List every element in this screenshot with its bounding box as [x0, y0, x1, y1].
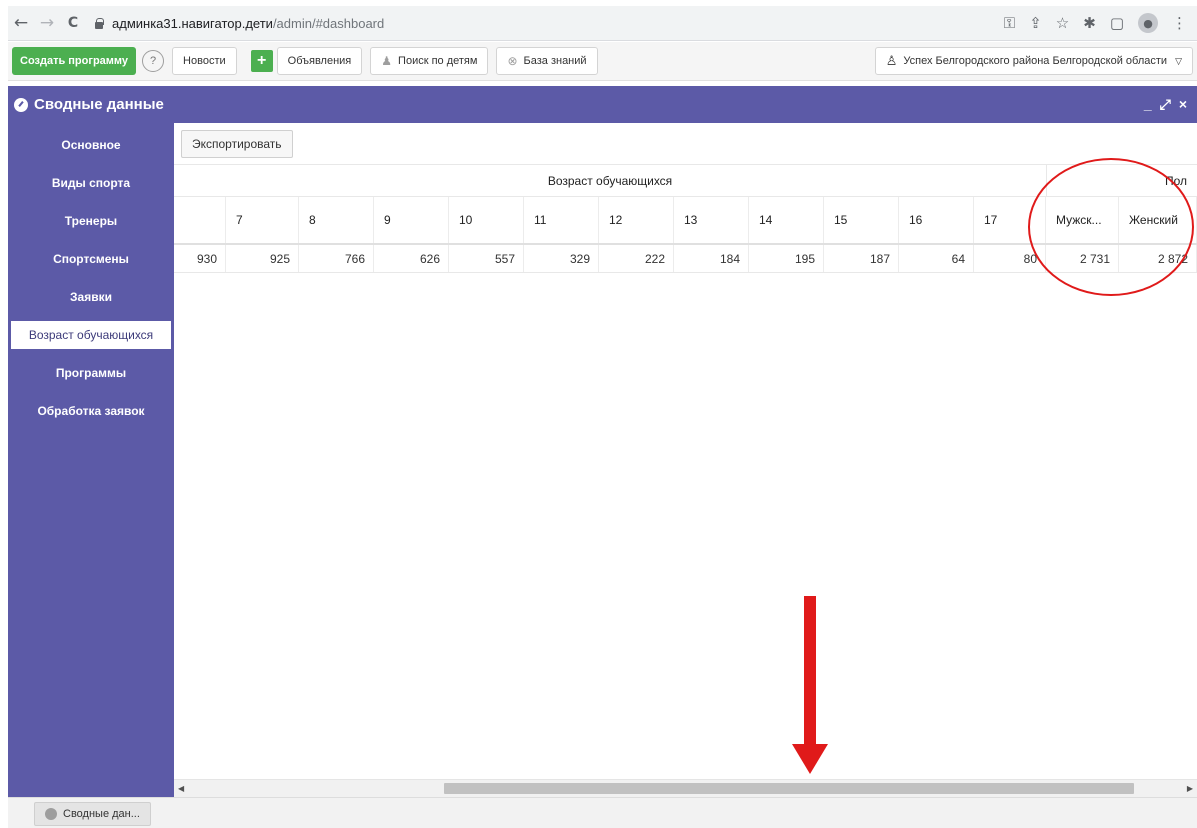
table-row: 930 925 766 626 557 329 222 184 195 187 …: [174, 245, 1197, 273]
news-label: Новости: [183, 55, 226, 67]
scroll-left-icon[interactable]: ◀: [178, 784, 184, 793]
column-header[interactable]: Мужск...: [1046, 197, 1119, 243]
extensions-icon[interactable]: ✱: [1083, 14, 1096, 32]
dashboard-icon: [45, 808, 57, 820]
sidepanel-icon[interactable]: ▢: [1110, 14, 1124, 32]
table-cell: 80: [974, 245, 1046, 272]
maximize-icon[interactable]: ⤢: [1160, 96, 1171, 113]
table-cell: 925: [226, 245, 299, 272]
search-children-button[interactable]: ♟ Поиск по детям: [370, 47, 489, 75]
dashboard-icon: [14, 97, 28, 112]
column-header-row: 7 8 9 10 11 12 13 14 15 16 17 Мужск... Ж…: [174, 197, 1197, 245]
sidebar-item-coaches[interactable]: Тренеры: [8, 202, 174, 240]
lifebuoy-icon: ⊗: [507, 54, 518, 68]
omnibox[interactable]: админка31.навигатор.дети/admin/#dashboar…: [94, 10, 1004, 36]
app-toolbar: Создать программу ? Новости + Объявления…: [8, 42, 1197, 81]
sidebar-item-requests[interactable]: Заявки: [8, 278, 174, 316]
back-button[interactable]: ←: [8, 10, 34, 36]
column-header[interactable]: 12: [599, 197, 674, 243]
column-header[interactable]: 17: [974, 197, 1046, 243]
menu-icon[interactable]: ⋮: [1172, 14, 1187, 32]
window-taskbar: Сводные дан...: [8, 797, 1197, 828]
table-cell: 195: [749, 245, 824, 272]
page-title: Сводные данные: [34, 96, 164, 113]
table-cell: 557: [449, 245, 524, 272]
table-cell: 329: [524, 245, 599, 272]
table-cell: 64: [899, 245, 974, 272]
user-label: Успех Белгородского района Белгородской …: [903, 55, 1168, 67]
sidebar-item-programs[interactable]: Программы: [8, 354, 174, 392]
column-header[interactable]: 13: [674, 197, 749, 243]
group-header-row: Возраст обучающихся Пол: [174, 165, 1197, 197]
column-header[interactable]: 11: [524, 197, 599, 243]
child-icon: ♟: [381, 54, 393, 68]
forward-button[interactable]: →: [34, 10, 60, 36]
main-content: Экспортировать Возраст обучающихся Пол 7…: [174, 123, 1197, 797]
sidebar: Основное Виды спорта Тренеры Спортсмены …: [8, 123, 174, 797]
export-button[interactable]: Экспортировать: [181, 130, 293, 158]
user-menu-button[interactable]: ♙ Успех Белгородского района Белгородской…: [874, 47, 1193, 75]
column-header[interactable]: 15: [824, 197, 899, 243]
column-header[interactable]: 7: [226, 197, 299, 243]
panel-controls: _ ⤢ ×: [1144, 96, 1187, 113]
search-children-label: Поиск по детям: [398, 55, 478, 67]
sidebar-item-student-age[interactable]: Возраст обучающихся: [10, 320, 172, 350]
sidebar-item-request-processing[interactable]: Обработка заявок: [8, 392, 174, 430]
key-icon[interactable]: ⚿: [1004, 14, 1015, 32]
profile-icon[interactable]: ●: [1138, 13, 1158, 33]
scrollbar-thumb[interactable]: [444, 783, 1134, 794]
browser-address-bar: ← → C админка31.навигатор.дети/admin/#da…: [8, 6, 1197, 41]
knowledge-base-button[interactable]: ⊗ База знаний: [496, 47, 598, 75]
column-header[interactable]: 10: [449, 197, 524, 243]
ads-button[interactable]: Объявления: [276, 47, 363, 75]
column-header[interactable]: 16: [899, 197, 974, 243]
table-cell: 766: [299, 245, 374, 272]
table-cell: 2 731: [1046, 245, 1119, 272]
sidebar-item-sports[interactable]: Виды спорта: [8, 164, 174, 202]
column-header[interactable]: 8: [299, 197, 374, 243]
table-cell: 222: [599, 245, 674, 272]
panel-header: Сводные данные _ ⤢ ×: [8, 86, 1197, 123]
url-path: /admin/#dashboard: [272, 15, 385, 31]
minimize-button[interactable]: _: [1144, 96, 1152, 113]
table-cell: 930: [174, 245, 226, 272]
help-icon[interactable]: ?: [142, 50, 165, 72]
create-program-button[interactable]: Создать программу: [12, 47, 137, 75]
reload-button[interactable]: C: [60, 10, 86, 36]
news-button[interactable]: Новости: [172, 47, 237, 75]
user-icon: ♙: [885, 53, 898, 68]
chevron-down-icon: ▽: [1175, 55, 1182, 66]
taskbar-window-summary[interactable]: Сводные дан...: [34, 802, 151, 826]
column-header[interactable]: 14: [749, 197, 824, 243]
ads-label: Объявления: [287, 55, 352, 67]
scroll-right-icon[interactable]: ▶: [1187, 784, 1193, 793]
add-ad-button[interactable]: +: [250, 50, 273, 72]
star-icon[interactable]: ☆: [1056, 14, 1069, 32]
sidebar-item-main[interactable]: Основное: [8, 126, 174, 164]
table-cell: 184: [674, 245, 749, 272]
table-cell: 2 872: [1119, 245, 1197, 272]
taskbar-window-label: Сводные дан...: [63, 808, 140, 820]
lock-icon: [94, 17, 104, 29]
column-header[interactable]: 9: [374, 197, 449, 243]
group-header-age: Возраст обучающихся: [547, 174, 673, 188]
sidebar-item-athletes[interactable]: Спортсмены: [8, 240, 174, 278]
url-host: админка31.навигатор.дети: [112, 15, 273, 31]
column-header[interactable]: Женский: [1119, 197, 1197, 243]
share-icon[interactable]: ⇪: [1029, 14, 1042, 32]
group-header-sex: Пол: [1046, 165, 1197, 197]
table-cell: 626: [374, 245, 449, 272]
close-button[interactable]: ×: [1179, 96, 1187, 113]
knowledge-label: База знаний: [523, 55, 587, 67]
table-cell: 187: [824, 245, 899, 272]
column-header[interactable]: [174, 197, 226, 243]
summary-table: Возраст обучающихся Пол 7 8 9 10 11 12 1…: [174, 164, 1197, 273]
browser-actions: ⚿ ⇪ ☆ ✱ ▢ ● ⋮: [1004, 13, 1187, 33]
horizontal-scrollbar[interactable]: ◀ ▶: [174, 779, 1197, 797]
